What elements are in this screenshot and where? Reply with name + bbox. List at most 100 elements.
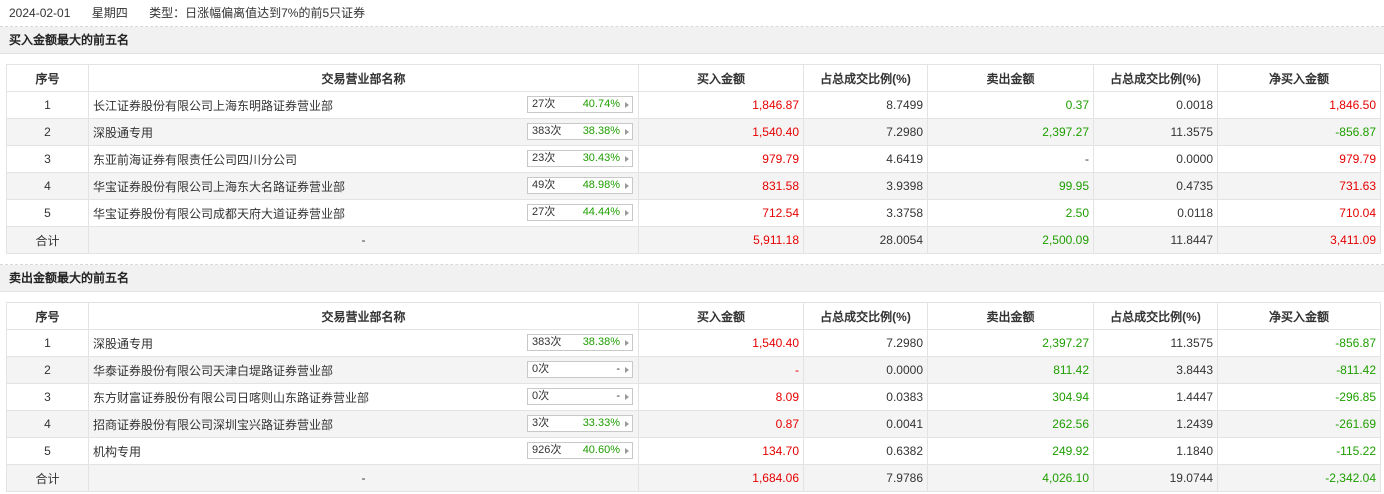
total-buy-ratio: 7.9786 <box>803 464 928 492</box>
total-row: 合计 - 5,911.18 28.0054 2,500.09 11.8447 3… <box>6 226 1381 254</box>
top-info-bar: 2024-02-01 星期四 类型：日涨幅偏离值达到7%的前5只证券 <box>0 0 1384 27</box>
win-rate: - <box>616 390 620 402</box>
col-header-sell-ratio: 占总成交比例(%) <box>1093 302 1218 330</box>
history-tag[interactable]: 383次 38.38% <box>527 123 633 140</box>
win-rate: 38.38% <box>582 336 620 348</box>
row-no: 2 <box>6 356 89 384</box>
total-sell: 4,026.10 <box>927 464 1094 492</box>
branch-name-link[interactable]: 机构专用 <box>93 443 141 460</box>
table-row: 4 华宝证券股份有限公司上海东大名路证券营业部 49次 48.98% 831.58… <box>6 172 1381 200</box>
buy-amount: 8.09 <box>638 383 804 411</box>
table-row: 2 深股通专用 383次 38.38% 1,540.40 7.2980 2,397… <box>6 118 1381 146</box>
table-row: 1 长江证券股份有限公司上海东明路证券营业部 27次 40.74% 1,846.8… <box>6 91 1381 119</box>
history-tag[interactable]: 23次 30.43% <box>527 150 633 167</box>
sell-ratio: 1.2439 <box>1093 410 1218 438</box>
table-row: 5 华宝证券股份有限公司成都天府大道证券营业部 27次 44.44% 712.54… <box>6 199 1381 227</box>
sell-amount: 2.50 <box>927 199 1094 227</box>
trade-count: 27次 <box>532 206 556 218</box>
trade-count: 926次 <box>532 444 562 456</box>
buy-ratio: 7.2980 <box>803 118 928 146</box>
trade-weekday: 星期四 <box>91 6 128 20</box>
row-no: 4 <box>6 410 89 438</box>
win-rate: 40.74% <box>582 98 620 110</box>
branch-name-link[interactable]: 长江证券股份有限公司上海东明路证券营业部 <box>93 97 333 114</box>
col-header-sell: 卖出金额 <box>927 64 1094 92</box>
sell-table-header: 序号 交易营业部名称 买入金额 占总成交比例(%) 卖出金额 占总成交比例(%)… <box>6 302 1381 330</box>
sell-ratio: 1.1840 <box>1093 437 1218 465</box>
trade-count: 383次 <box>532 336 562 348</box>
sell-top5-table: 序号 交易营业部名称 买入金额 占总成交比例(%) 卖出金额 占总成交比例(%)… <box>6 302 1381 492</box>
branch-name-link[interactable]: 东亚前海证券有限责任公司四川分公司 <box>93 151 297 168</box>
col-header-sell: 卖出金额 <box>927 302 1094 330</box>
trade-count: 49次 <box>532 179 556 191</box>
net-amount: -115.22 <box>1217 437 1381 465</box>
sell-amount: 99.95 <box>927 172 1094 200</box>
branch-name-link[interactable]: 华泰证券股份有限公司天津白堤路证券营业部 <box>93 362 333 379</box>
history-tag[interactable]: 383次 38.38% <box>527 334 633 351</box>
table-row: 4 招商证券股份有限公司深圳宝兴路证券营业部 3次 33.33% 0.87 0.0… <box>6 410 1381 438</box>
history-tag[interactable]: 0次 - <box>527 361 633 378</box>
history-tag[interactable]: 0次 - <box>527 388 633 405</box>
arrow-right-icon <box>625 129 629 135</box>
arrow-right-icon <box>625 367 629 373</box>
row-no: 3 <box>6 145 89 173</box>
trade-count: 383次 <box>532 125 562 137</box>
trade-count: 27次 <box>532 98 556 110</box>
arrow-right-icon <box>625 448 629 454</box>
history-tag[interactable]: 926次 40.60% <box>527 442 633 459</box>
buy-table-header: 序号 交易营业部名称 买入金额 占总成交比例(%) 卖出金额 占总成交比例(%)… <box>6 64 1381 92</box>
branch-name-link[interactable]: 华宝证券股份有限公司上海东大名路证券营业部 <box>93 178 345 195</box>
row-no: 1 <box>6 329 89 357</box>
net-amount: 979.79 <box>1217 145 1381 173</box>
branch-name-link[interactable]: 招商证券股份有限公司深圳宝兴路证券营业部 <box>93 416 333 433</box>
table-row: 3 东方财富证券股份有限公司日喀则山东路证券营业部 0次 - 8.09 0.038… <box>6 383 1381 411</box>
buy-section-title: 买入金额最大的前五名 <box>0 27 1384 54</box>
col-header-net: 净买入金额 <box>1217 64 1381 92</box>
buy-amount: 1,540.40 <box>638 118 804 146</box>
buy-amount: 0.87 <box>638 410 804 438</box>
col-header-sell-ratio: 占总成交比例(%) <box>1093 64 1218 92</box>
total-net: -2,342.04 <box>1217 464 1381 492</box>
arrow-right-icon <box>625 210 629 216</box>
buy-ratio: 3.3758 <box>803 199 928 227</box>
sell-amount: 304.94 <box>927 383 1094 411</box>
branch-name-link[interactable]: 深股通专用 <box>93 124 153 141</box>
sell-amount: 2,397.27 <box>927 329 1094 357</box>
row-no: 4 <box>6 172 89 200</box>
history-tag[interactable]: 27次 40.74% <box>527 96 633 113</box>
net-amount: -261.69 <box>1217 410 1381 438</box>
col-header-name: 交易营业部名称 <box>88 64 639 92</box>
history-tag[interactable]: 3次 33.33% <box>527 415 633 432</box>
history-tag[interactable]: 27次 44.44% <box>527 204 633 221</box>
trade-count: 0次 <box>532 390 550 402</box>
trade-count: 3次 <box>532 417 550 429</box>
buy-ratio: 8.7499 <box>803 91 928 119</box>
col-header-name: 交易营业部名称 <box>88 302 639 330</box>
arrow-right-icon <box>625 340 629 346</box>
buy-amount: 712.54 <box>638 199 804 227</box>
sell-ratio: 0.0000 <box>1093 145 1218 173</box>
net-amount: -811.42 <box>1217 356 1381 384</box>
net-amount: -856.87 <box>1217 329 1381 357</box>
buy-ratio: 0.0041 <box>803 410 928 438</box>
sell-amount: 2,397.27 <box>927 118 1094 146</box>
arrow-right-icon <box>625 156 629 162</box>
history-tag[interactable]: 49次 48.98% <box>527 177 633 194</box>
net-amount: -296.85 <box>1217 383 1381 411</box>
branch-name-link[interactable]: 深股通专用 <box>93 335 153 352</box>
total-name: - <box>88 464 639 492</box>
win-rate: 33.33% <box>582 417 620 429</box>
branch-name-link[interactable]: 华宝证券股份有限公司成都天府大道证券营业部 <box>93 205 345 222</box>
col-header-buy: 买入金额 <box>638 302 804 330</box>
row-no: 5 <box>6 437 89 465</box>
trade-date: 2024-02-01 <box>9 6 71 20</box>
trade-count: 0次 <box>532 363 550 375</box>
branch-name-link[interactable]: 东方财富证券股份有限公司日喀则山东路证券营业部 <box>93 389 369 406</box>
total-label: 合计 <box>6 226 89 254</box>
arrow-right-icon <box>625 421 629 427</box>
table-row: 2 华泰证券股份有限公司天津白堤路证券营业部 0次 - - 0.0000 811.… <box>6 356 1381 384</box>
buy-ratio: 0.0000 <box>803 356 928 384</box>
buy-amount: 1,540.40 <box>638 329 804 357</box>
buy-ratio: 7.2980 <box>803 329 928 357</box>
net-amount: -856.87 <box>1217 118 1381 146</box>
